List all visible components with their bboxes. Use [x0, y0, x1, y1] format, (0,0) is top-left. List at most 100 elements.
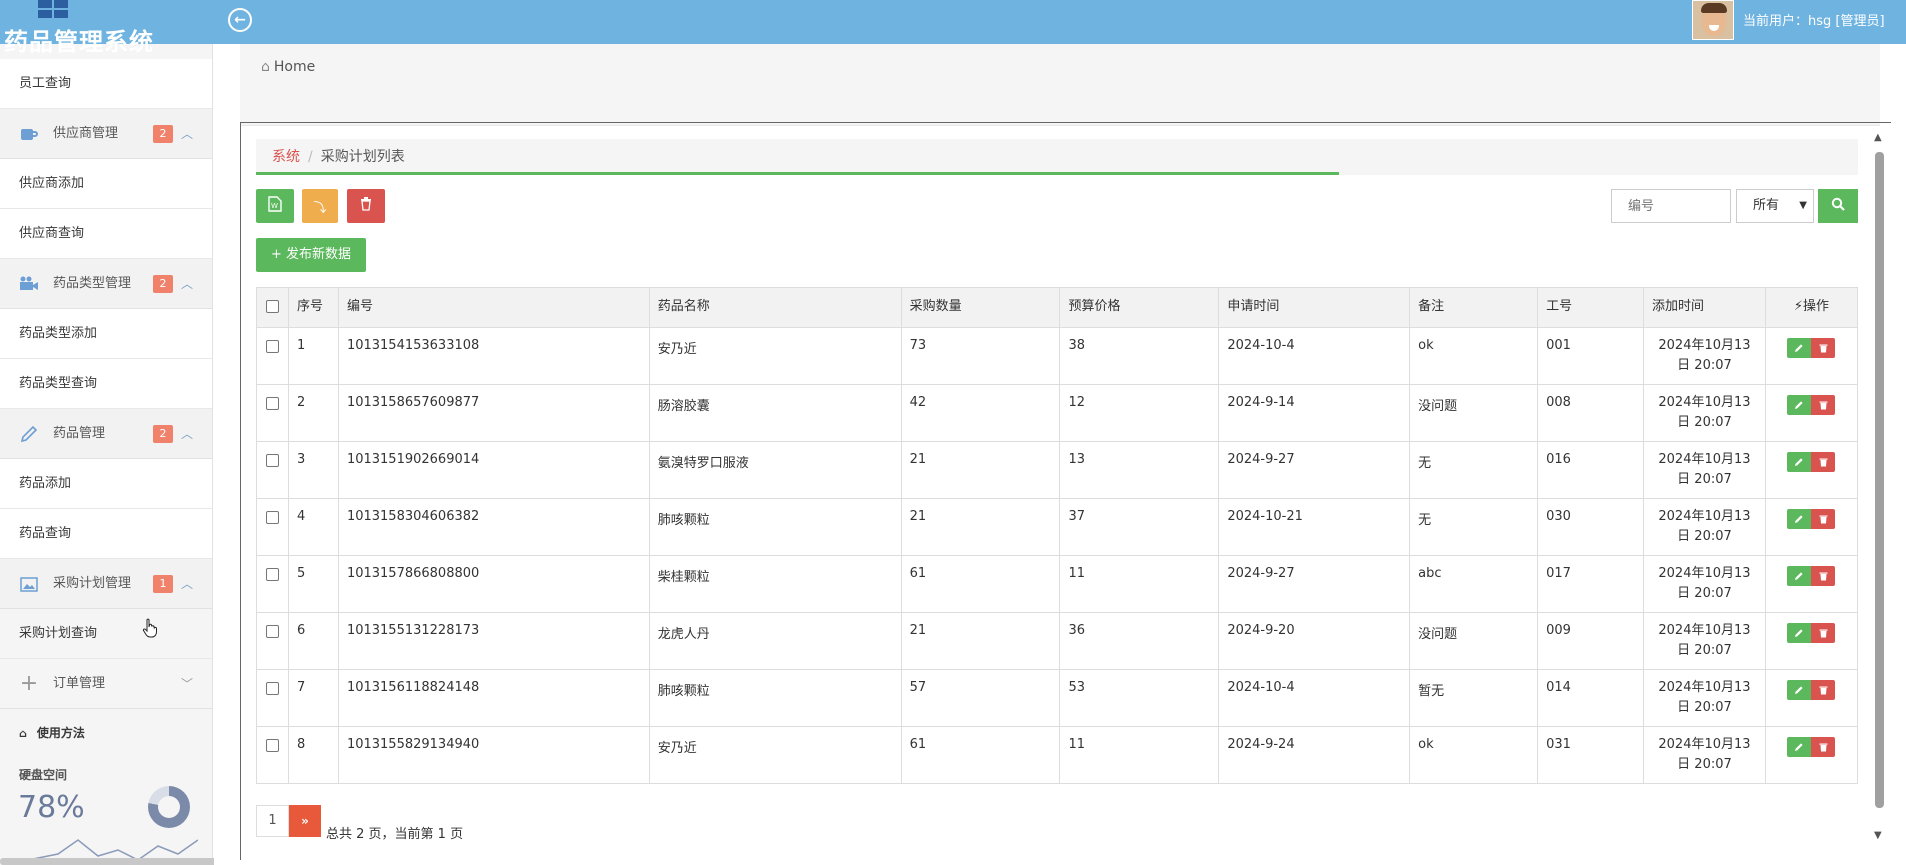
- table-cell: 7: [287, 669, 339, 727]
- chevron-up-icon: ︿: [181, 427, 194, 441]
- delete-button[interactable]: [1811, 452, 1836, 472]
- table-row: 1 1013154153633108 安乃近 73 38 2024-10-4 ok 001 20…: [256, 327, 1859, 385]
- sidebar-group-drug[interactable]: 药品管理 2 ︿: [0, 409, 212, 459]
- edit-button[interactable]: [1787, 338, 1812, 358]
- breadcrumb-system[interactable]: 系统: [272, 149, 300, 165]
- table-cell: 1013154153633108: [337, 327, 650, 385]
- table-cell: 2024年10月13日 20:07: [1643, 327, 1766, 385]
- next-page-button[interactable]: »: [289, 805, 321, 837]
- horizontal-scrollbar[interactable]: [0, 858, 226, 865]
- table-cell: 4: [287, 498, 339, 556]
- table-cell: 1013158304606382: [337, 498, 650, 556]
- edit-button[interactable]: [1787, 452, 1812, 472]
- row-checkbox[interactable]: [265, 682, 279, 695]
- delete-button[interactable]: [1811, 680, 1836, 700]
- col-header: 编号: [337, 287, 650, 328]
- table-cell: 014: [1537, 669, 1645, 727]
- table-cell: 8: [287, 726, 339, 784]
- table-cell: 008: [1537, 384, 1645, 442]
- col-header: 添加时间: [1643, 287, 1766, 328]
- table-cell: abc: [1409, 555, 1539, 613]
- table-cell: 2024-10-4: [1218, 327, 1411, 385]
- sidebar-item-purchase-plan-query[interactable]: 采购计划查询: [0, 609, 212, 659]
- sidebar-group-supplier[interactable]: 供应商管理 2 ︿: [0, 109, 212, 159]
- edit-button[interactable]: [1787, 623, 1812, 643]
- delete-button[interactable]: [1811, 509, 1836, 529]
- sidebar-item-supplier-add[interactable]: 供应商添加: [0, 159, 212, 209]
- export-word-button[interactable]: W: [256, 189, 294, 223]
- table-cell: 21: [900, 612, 1061, 670]
- table-cell: 38: [1059, 327, 1220, 385]
- table-cell: 42: [900, 384, 1061, 442]
- edit-button[interactable]: [1787, 680, 1812, 700]
- delete-button[interactable]: [1811, 623, 1836, 643]
- delete-button[interactable]: [1811, 395, 1836, 415]
- table-cell: 11: [1059, 726, 1220, 784]
- row-checkbox[interactable]: [265, 454, 279, 467]
- current-user-label[interactable]: 当前用户：hsg [管理员]: [1743, 10, 1885, 29]
- table-cell: 2024-9-20: [1218, 612, 1411, 670]
- delete-button[interactable]: [1811, 737, 1836, 757]
- sidebar-toggle-button[interactable]: ←: [228, 8, 252, 32]
- col-header: 备注: [1409, 287, 1539, 328]
- row-checkbox[interactable]: [265, 511, 279, 524]
- sidebar-item-drug-query[interactable]: 药品查询: [0, 509, 212, 559]
- disk-space-label: 硬盘空间: [19, 768, 68, 782]
- word-file-icon: W: [268, 196, 282, 216]
- table-cell: 2024年10月13日 20:07: [1643, 441, 1766, 499]
- publish-new-data-button[interactable]: + 发布新数据: [256, 238, 366, 272]
- edit-button[interactable]: [1787, 737, 1812, 757]
- pencil-icon: [1795, 401, 1804, 409]
- table-cell: 61: [900, 726, 1061, 784]
- row-checkbox[interactable]: [265, 625, 279, 638]
- count-badge: 2: [153, 275, 173, 293]
- delete-button[interactable]: [1811, 566, 1836, 586]
- avatar[interactable]: [1692, 0, 1734, 40]
- row-checkbox[interactable]: [265, 739, 279, 752]
- sidebar-item-employee-query[interactable]: 员工查询: [0, 59, 212, 109]
- edit-button[interactable]: [1787, 509, 1812, 529]
- sidebar-item-drug-type-add[interactable]: 药品类型添加: [0, 309, 212, 359]
- search-input[interactable]: [1611, 189, 1731, 223]
- table-cell: 2024年10月13日 20:07: [1643, 498, 1766, 556]
- usage-link[interactable]: ⌂ 使用方法: [19, 724, 85, 741]
- sidebar-group-order[interactable]: + 订单管理 ﹀: [0, 659, 212, 709]
- edit-button[interactable]: [1787, 395, 1812, 415]
- table-cell: 21: [900, 441, 1061, 499]
- page-1-button[interactable]: 1: [256, 805, 289, 837]
- vertical-scrollbar-thumb[interactable]: [1875, 152, 1884, 808]
- scroll-down-arrow-icon[interactable]: ▼: [1874, 830, 1882, 841]
- trash-icon: [1819, 572, 1828, 581]
- delete-button[interactable]: [1811, 338, 1836, 358]
- sidebar-group-drug-type[interactable]: 药品类型管理 2 ︿: [0, 259, 212, 309]
- table-cell: 031: [1537, 726, 1645, 784]
- table-cell: 2024年10月13日 20:07: [1643, 726, 1766, 784]
- edit-button[interactable]: [1787, 566, 1812, 586]
- sidebar-group-purchase-plan[interactable]: 采购计划管理 1 ︿: [0, 559, 212, 609]
- row-checkbox[interactable]: [265, 397, 279, 410]
- select-all-checkbox[interactable]: [265, 300, 279, 313]
- table-cell: 57: [900, 669, 1061, 727]
- table-cell: 13: [1059, 441, 1220, 499]
- row-checkbox[interactable]: [265, 568, 279, 581]
- scroll-up-arrow-icon[interactable]: ▲: [1874, 132, 1882, 143]
- pencil-icon: [1795, 743, 1804, 751]
- home-icon: ⌂: [19, 727, 27, 740]
- sidebar-item-drug-add[interactable]: 药品添加: [0, 459, 212, 509]
- table-cell: ok: [1409, 726, 1539, 784]
- import-button[interactable]: ⤵: [302, 189, 338, 223]
- video-camera-icon: [19, 274, 39, 294]
- col-header: 工号: [1537, 287, 1645, 328]
- sidebar-item-supplier-query[interactable]: 供应商查询: [0, 209, 212, 259]
- batch-delete-button[interactable]: [347, 189, 385, 223]
- arrow-left-circle-icon: ←: [234, 12, 246, 28]
- table-cell: 017: [1537, 555, 1645, 613]
- table-cell: 无: [1409, 441, 1539, 499]
- sidebar-item-drug-type-query[interactable]: 药品类型查询: [0, 359, 212, 409]
- search-button[interactable]: [1818, 189, 1858, 223]
- filter-select[interactable]: 所有 ▼: [1736, 189, 1814, 223]
- bolt-icon: ⚡: [1793, 299, 1804, 314]
- table-cell: 2024-10-21: [1218, 498, 1411, 556]
- table-header-row: 序号 编号 药品名称 采购数量 预算价格 申请时间 备注 工号 添加时间 ⚡操作: [256, 287, 1859, 328]
- row-checkbox[interactable]: [265, 340, 279, 353]
